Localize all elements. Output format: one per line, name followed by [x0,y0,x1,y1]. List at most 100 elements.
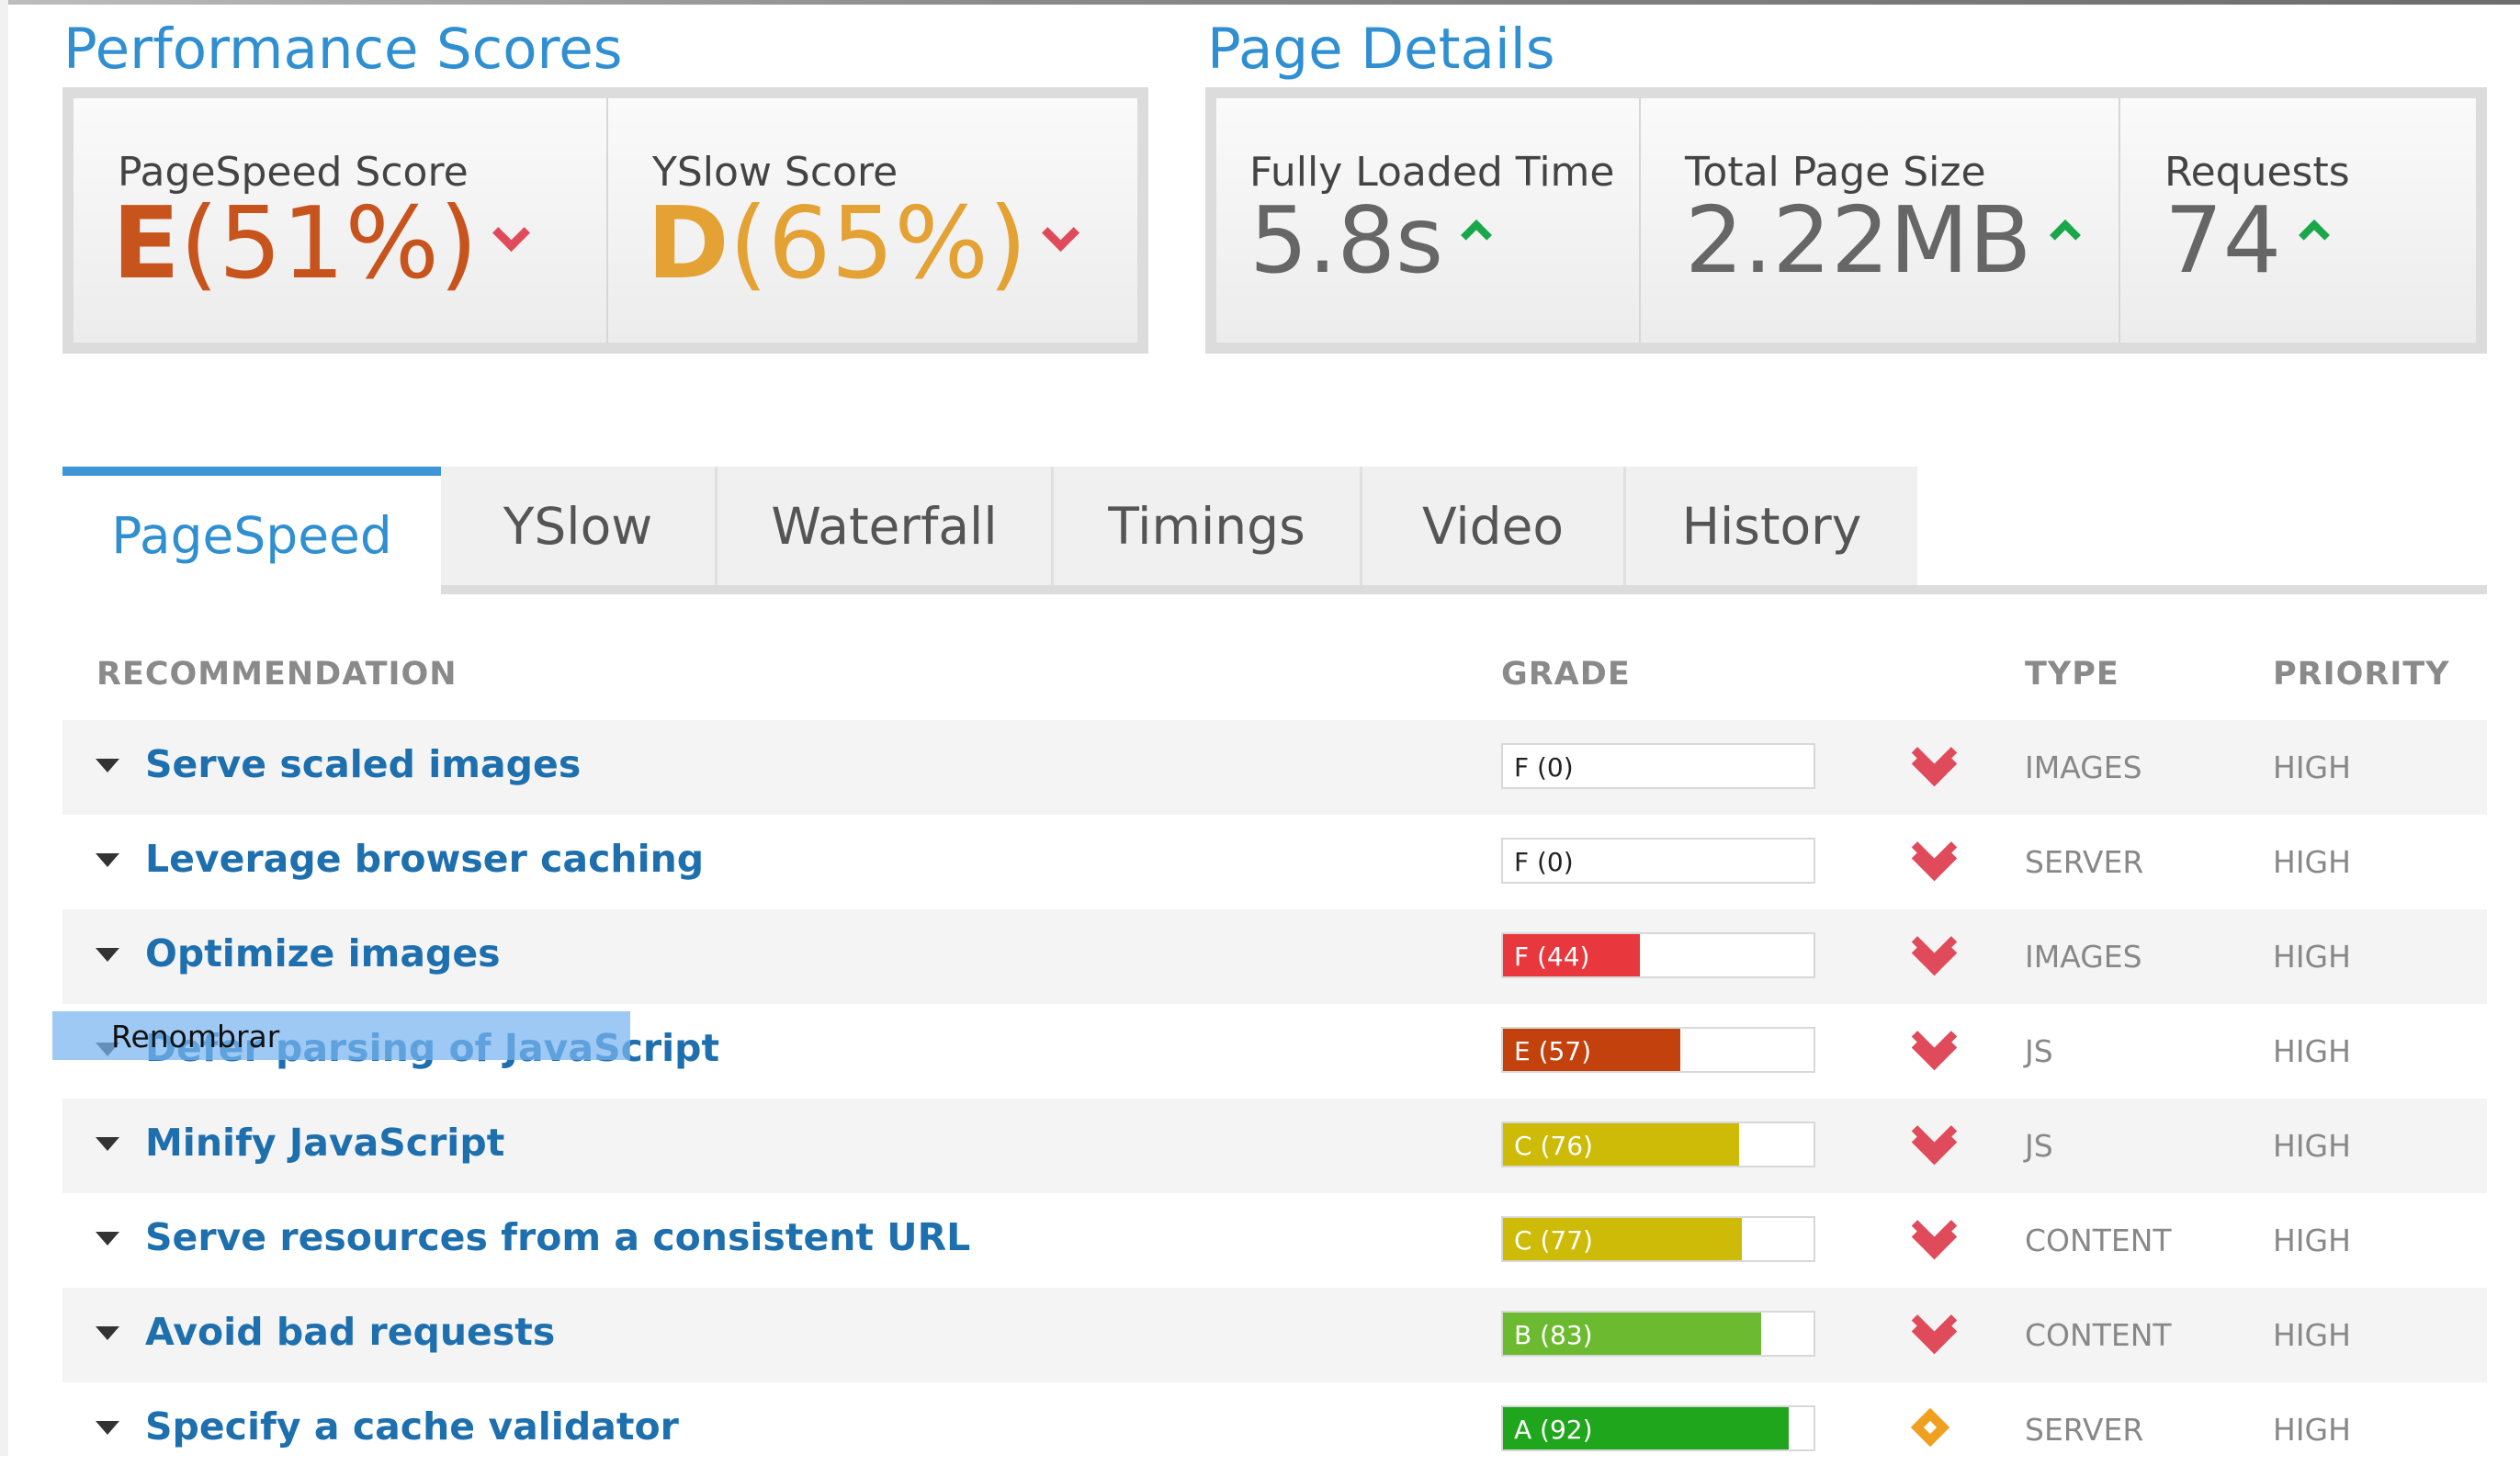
grade-bar: F (0) [1501,838,1815,884]
tab-pagespeed[interactable]: PageSpeed [62,467,441,594]
expand-caret-icon[interactable] [96,1137,119,1151]
expand-caret-icon[interactable] [96,1421,119,1435]
type-cell: IMAGES [2025,750,2142,785]
grade-text: F (44) [1514,941,1590,972]
tab-bar-underline [441,585,2487,594]
yslow-score-value: D(65%) [647,195,1079,294]
grade-text: B (83) [1514,1320,1593,1350]
requests-cell: Requests 74 [2120,98,2476,343]
yslow-percent: (65%) [729,186,1027,301]
priority-cell: HIGH [2273,844,2351,880]
expand-caret-icon[interactable] [96,853,119,867]
neutral-diamond-icon [1910,1407,1950,1448]
table-row[interactable]: Specify a cache validator A (92) SERVER HIG… [62,1382,2487,1477]
total-page-size-value: 2.22MB [1685,195,2081,287]
grade-bar: C (77) [1501,1216,1815,1262]
rename-tooltip[interactable]: Renombrar [52,1011,630,1060]
grade-bar: E (57) [1501,1027,1815,1073]
grade-bar: C (76) [1501,1122,1815,1167]
double-chevron-down-icon [1911,1224,1938,1252]
grade-text: E (57) [1514,1036,1592,1066]
total-page-size-number: 2.22MB [1685,186,2032,294]
column-header-priority[interactable]: PRIORITY [2273,656,2450,693]
recommendation-link[interactable]: Optimize images [145,931,501,975]
grade-text: F (0) [1514,752,1574,783]
tab-yslow[interactable]: YSlow [441,467,718,585]
column-header-recommendation[interactable]: RECOMMENDATION [96,656,458,693]
type-cell: CONTENT [2025,1223,2172,1258]
type-cell: JS [2025,1128,2053,1164]
recommendation-link[interactable]: Serve scaled images [145,742,581,786]
grade-text: C (76) [1514,1131,1593,1161]
double-chevron-down-icon [1911,1035,1938,1063]
priority-cell: HIGH [2273,1128,2351,1164]
table-row[interactable]: Avoid bad requests B (83) CONTENT HIGH [62,1288,2487,1382]
type-cell: CONTENT [2025,1317,2172,1353]
column-header-type[interactable]: TYPE [2025,656,2119,693]
double-chevron-down-icon [1911,941,1938,968]
fully-loaded-time-value: 5.8s [1249,195,1493,287]
expand-caret-icon[interactable] [96,1232,119,1246]
window-left-border [0,0,8,1456]
column-header-grade[interactable]: GRADE [1501,656,1631,693]
recommendation-link[interactable]: Minify JavaScript [145,1121,504,1165]
grade-bar: F (0) [1501,743,1815,789]
yslow-grade-letter: D [647,186,729,301]
performance-scores-title: Performance Scores [63,17,623,82]
performance-scores-panel: PageSpeed Score E(51%) YSlow Score D(65%… [62,87,1148,354]
window-top-border [0,0,2520,5]
double-chevron-down-icon [1911,846,1938,874]
expand-caret-icon[interactable] [96,759,119,772]
pagespeed-score-value: E(51%) [112,195,531,294]
tab-timings[interactable]: Timings [1054,467,1362,585]
fully-loaded-time-number: 5.8s [1249,186,1444,294]
double-chevron-down-icon [1911,1130,1938,1157]
table-row[interactable]: Serve scaled images F (0) IMAGES HIGH [62,720,2487,815]
requests-value: 74 [2164,195,2331,287]
rename-label: Renombrar [111,1019,280,1054]
grade-bar: A (92) [1501,1405,1815,1451]
grade-bar: F (44) [1501,932,1815,978]
priority-cell: HIGH [2273,1412,2351,1448]
grade-text: F (0) [1514,847,1574,877]
trend-up-icon [1461,220,1493,251]
tab-history[interactable]: History [1626,467,1917,585]
recommendation-link[interactable]: Specify a cache validator [145,1404,679,1449]
tab-waterfall[interactable]: Waterfall [718,467,1054,585]
trend-down-icon [492,213,531,253]
trend-down-icon [1041,213,1079,253]
priority-cell: HIGH [2273,1317,2351,1353]
type-cell: SERVER [2025,844,2144,880]
page-details-panel: Fully Loaded Time 5.8s Total Page Size 2… [1205,87,2487,354]
recommendation-link[interactable]: Leverage browser caching [145,837,704,881]
table-row[interactable]: Serve resources from a consistent URL C (… [62,1193,2487,1288]
pagespeed-grade-letter: E [112,186,180,301]
page-details-title: Page Details [1207,17,1555,82]
yslow-score-cell: YSlow Score D(65%) [608,98,1137,343]
type-cell: SERVER [2025,1412,2144,1448]
table-row[interactable]: Minify JavaScript C (76) JS HIGH [62,1099,2487,1193]
total-page-size-cell: Total Page Size 2.22MB [1641,98,2120,343]
grade-text: A (92) [1514,1415,1593,1445]
expand-caret-icon[interactable] [96,1326,119,1340]
recommendation-link[interactable]: Avoid bad requests [145,1310,555,1354]
type-cell: IMAGES [2025,939,2142,975]
type-cell: JS [2025,1033,2053,1069]
priority-cell: HIGH [2273,750,2351,785]
grade-bar: B (83) [1501,1311,1815,1357]
priority-cell: HIGH [2273,939,2351,975]
fully-loaded-time-cell: Fully Loaded Time 5.8s [1216,98,1641,343]
double-chevron-down-icon [1911,1319,1938,1347]
grade-text: C (77) [1514,1225,1593,1256]
priority-cell: HIGH [2273,1223,2351,1258]
expand-caret-icon[interactable] [96,948,119,962]
trend-up-icon [2299,220,2331,251]
table-row[interactable]: Leverage browser caching F (0) SERVER HIGH [62,815,2487,909]
tab-video[interactable]: Video [1362,467,1626,585]
recommendation-link[interactable]: Serve resources from a consistent URL [145,1215,970,1259]
pagespeed-score-cell: PageSpeed Score E(51%) [73,98,608,343]
table-row[interactable]: Optimize images F (44) IMAGES HIGH [62,909,2487,1004]
double-chevron-down-icon [1911,751,1938,779]
requests-number: 74 [2164,186,2282,294]
pagespeed-percent: (51%) [179,186,479,301]
